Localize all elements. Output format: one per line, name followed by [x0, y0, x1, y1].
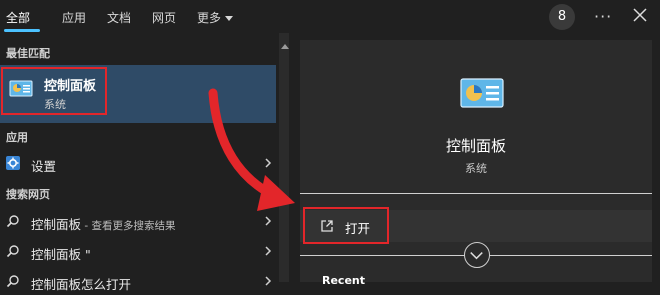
- chevron-right-icon[interactable]: [264, 158, 272, 168]
- apps-header: 应用: [6, 131, 28, 144]
- tab-all[interactable]: 全部: [6, 9, 30, 26]
- search-filter-bar: 全部 应用 文档 网页 更多 8 ···: [0, 0, 660, 33]
- recent-header: Recent: [322, 274, 366, 287]
- tab-web[interactable]: 网页: [152, 9, 176, 26]
- preview-title: 控制面板: [445, 137, 506, 155]
- scroll-up-arrow-icon[interactable]: [281, 44, 289, 49]
- tab-more[interactable]: 更多: [197, 9, 234, 26]
- web-result-query: 控制面板怎么打开: [31, 277, 132, 292]
- search-icon: [6, 245, 19, 258]
- web-result-label: 控制面板 - 查看更多搜索结果: [31, 214, 175, 233]
- chevron-right-icon[interactable]: [264, 276, 272, 286]
- chevron-right-icon[interactable]: [264, 216, 272, 226]
- web-result-item[interactable]: 控制面板 - 查看更多搜索结果: [0, 209, 276, 235]
- tab-documents[interactable]: 文档: [107, 9, 131, 26]
- search-icon: [6, 215, 19, 228]
- rewards-badge[interactable]: 8: [549, 4, 575, 30]
- divider: [300, 193, 652, 194]
- chevron-right-icon[interactable]: [264, 246, 272, 256]
- preview-pane: 控制面板 系统 打开 Recent: [300, 40, 652, 287]
- annotation-highlight-box: [1, 67, 107, 115]
- tab-apps[interactable]: 应用: [62, 9, 86, 26]
- close-icon[interactable]: [631, 6, 649, 24]
- chevron-down-icon: [470, 252, 483, 260]
- list-item-label: 设置: [31, 159, 57, 174]
- control-panel-icon: [460, 78, 504, 108]
- web-search-header: 搜索网页: [6, 188, 50, 201]
- results-list: 最佳匹配 控制面板 系统 应用 设置 搜索网页 控制面板 - 查看更多搜索结果 …: [0, 33, 278, 292]
- best-match-header: 最佳匹配: [6, 47, 50, 60]
- results-scrollbar[interactable]: [279, 33, 289, 282]
- web-result-query: 控制面板: [31, 217, 82, 232]
- web-result-item[interactable]: 控制面板怎么打开: [0, 269, 276, 295]
- tab-more-label: 更多: [197, 11, 222, 25]
- search-icon: [6, 275, 19, 288]
- active-tab-indicator: [4, 29, 40, 32]
- web-result-query: 控制面板 ": [31, 247, 91, 262]
- preview-subtitle: 系统: [465, 162, 487, 175]
- web-result-suffix: - 查看更多搜索结果: [81, 220, 176, 232]
- expand-button[interactable]: [464, 242, 490, 268]
- chevron-down-icon: [225, 16, 234, 21]
- more-options-button[interactable]: ···: [594, 7, 612, 26]
- list-item-settings[interactable]: 设置: [0, 151, 276, 177]
- annotation-highlight-box: [303, 207, 389, 244]
- gear-icon: [6, 156, 20, 170]
- web-result-item[interactable]: 控制面板 ": [0, 239, 276, 265]
